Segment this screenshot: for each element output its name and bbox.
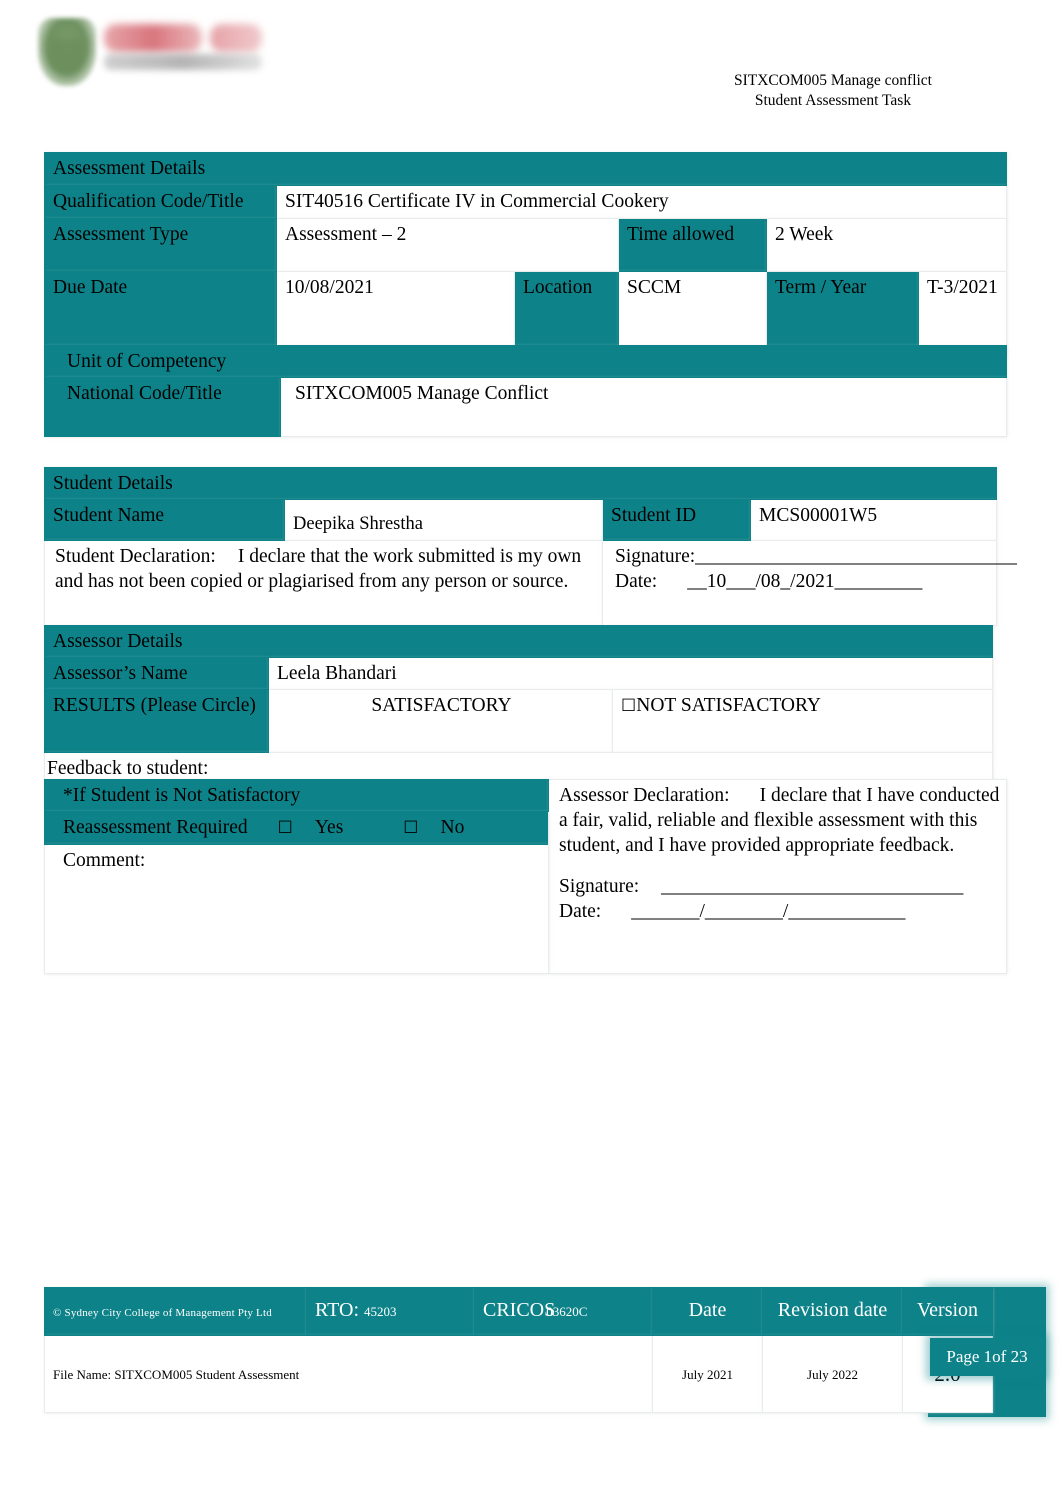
student-date-value[interactable]: __10___/08_/2021_________ [687, 571, 922, 592]
not-satisfactory-label: NOT SATISFACTORY [636, 695, 822, 716]
student-name-value[interactable]: Deepika Shrestha [284, 499, 603, 541]
file-name-cell: File Name: SITXCOM005 Student Assessment [44, 1335, 653, 1413]
footer-revision-header: Revision date [762, 1287, 903, 1336]
national-code-label: National Code/Title [44, 377, 281, 437]
student-declaration-label: Student Declaration: [55, 546, 216, 567]
qualification-value: SIT40516 Certificate IV in Commercial Co… [275, 185, 1008, 219]
footer-table: © Sydney City College of Management Pty … [44, 1287, 993, 1413]
table-row: RESULTS (Please Circle) SATISFACTORY ☐NO… [44, 689, 994, 753]
reassessment-table: *If Student is Not Satisfactory Assessor… [44, 779, 1007, 974]
assessor-declaration-cell: Assessor Declaration: I declare that I ha… [548, 779, 1007, 974]
declaration-gap [559, 858, 1000, 874]
rto-label: RTO: [315, 1299, 359, 1321]
footer-revision-value: July 2022 [807, 1367, 858, 1382]
results-label: RESULTS (Please Circle) [44, 689, 269, 753]
assessor-date-row: Date: _______/________/____________ [559, 899, 1000, 924]
table-row: File Name: SITXCOM005 Student Assessment… [44, 1335, 993, 1413]
reassessment-no-label[interactable]: No [441, 817, 465, 838]
page-number: Page 1of 23 [930, 1338, 1044, 1376]
footer-date-value-cell: July 2021 [652, 1335, 763, 1413]
copyright-cell: © Sydney City College of Management Pty … [44, 1287, 307, 1336]
student-id-value[interactable]: MCS00001W5 [749, 499, 998, 541]
table-row: Student Declaration: I declare that the w… [44, 540, 1017, 626]
time-allowed-value: 2 Week [765, 218, 1008, 272]
student-declaration-cell: Student Declaration: I declare that the w… [44, 540, 603, 626]
table-row: National Code/Title SITXCOM005 Manage Co… [44, 377, 1007, 437]
table-row: Student Name Deepika Shrestha Student ID… [44, 499, 998, 541]
reassessment-yes-label[interactable]: Yes [315, 817, 343, 838]
cricos-label: CRICOS [483, 1299, 556, 1321]
assessor-date-line[interactable]: _______/________/____________ [631, 901, 905, 922]
student-name-label: Student Name [44, 499, 285, 541]
assessor-details-heading: Assessor Details [43, 625, 994, 658]
logo-wordmark-secondary [210, 24, 262, 52]
assessment-details-heading: Assessment Details [43, 152, 1008, 186]
result-not-satisfactory-option[interactable]: ☐NOT SATISFACTORY [611, 689, 994, 753]
cricos-value: 03620C [546, 1304, 588, 1319]
table-row: Assessment Details [43, 152, 1008, 186]
logo-wordmark-primary [104, 24, 202, 52]
assessor-signature-label: Signature: [559, 876, 640, 897]
header-title-line2: Student Assessment Task [754, 92, 912, 109]
student-signature-label: Signature: [615, 546, 696, 567]
table-row: *If Student is Not Satisfactory Assessor… [44, 779, 1007, 974]
student-signature-line[interactable]: _________________________________ [695, 546, 1017, 567]
result-satisfactory-option[interactable]: SATISFACTORY [268, 689, 613, 753]
assessor-signature-row: Signature: ______________________________… [559, 874, 1000, 899]
time-allowed-label: Time allowed [618, 218, 767, 272]
footer-date-header: Date [652, 1287, 763, 1336]
reassessment-yes-checkbox-icon[interactable]: ☐ [278, 818, 293, 838]
student-details-heading: Student Details [43, 467, 998, 500]
table-row: Student Details [43, 467, 998, 500]
college-logo [38, 8, 268, 94]
table-row: © Sydney City College of Management Pty … [44, 1287, 993, 1336]
rto-cell: RTO: 45203 [306, 1287, 475, 1336]
page-header: SITXCOM005 Manage conflict Student Asses… [0, 0, 1062, 120]
copyright-text: © Sydney City College of Management Pty … [53, 1307, 272, 1319]
unit-of-competency-table: Unit of Competency National Code/Title S… [44, 345, 1007, 437]
national-code-value: SITXCOM005 Manage Conflict [280, 377, 1007, 437]
assessor-declaration-text-block: Assessor Declaration: I declare that I ha… [559, 783, 1000, 858]
reassessment-heading: *If Student is Not Satisfactory [44, 779, 549, 812]
table-row: Assessment Type Assessment – 2 Time allo… [44, 218, 1008, 272]
assessor-declaration-label: Assessor Declaration: [559, 785, 730, 806]
shield-icon [38, 18, 96, 86]
assessment-details-table: Assessment Details Qualification Code/Ti… [43, 152, 1008, 359]
file-name-text: File Name: SITXCOM005 Student Assessment [53, 1367, 300, 1382]
student-details-table: Student Details Student Name Deepika Shr… [43, 467, 1017, 626]
student-signature-cell: Signature:______________________________… [601, 540, 1017, 626]
table-row: Assessor’s Name Leela Bhandari [44, 657, 994, 690]
not-satisfactory-checkbox-icon[interactable]: ☐ [621, 696, 636, 716]
shield-inner-icon [48, 38, 84, 72]
rto-value: 45203 [364, 1304, 397, 1319]
header-title: SITXCOM005 Manage conflict Student Asses… [734, 71, 932, 111]
student-id-label: Student ID [602, 499, 751, 541]
assessment-type-label: Assessment Type [44, 218, 277, 272]
table-row: Unit of Competency [44, 345, 1007, 378]
footer-version-header: Version [902, 1287, 993, 1336]
assessor-date-label: Date: [559, 901, 602, 922]
logo-tagline [104, 54, 262, 70]
reassessment-required-cell: Reassessment Required ☐ Yes ☐ No [44, 811, 549, 845]
assessor-name-label: Assessor’s Name [44, 657, 269, 690]
assessor-name-value[interactable]: Leela Bhandari [267, 657, 994, 690]
student-date-row: Date: __10___/08_/2021_________ [615, 569, 990, 594]
feedback-label: Feedback to student: [47, 758, 209, 779]
reassessment-required-label: Reassessment Required [63, 817, 248, 838]
unit-heading: Unit of Competency [44, 345, 1007, 378]
qualification-label: Qualification Code/Title [44, 185, 277, 219]
student-date-label: Date: [615, 571, 658, 592]
footer-revision-value-cell: July 2022 [762, 1335, 903, 1413]
comment-label: Comment: [63, 850, 146, 871]
table-row: Assessor Details [43, 625, 994, 658]
header-title-line1: SITXCOM005 Manage conflict [733, 72, 932, 89]
assessment-type-value: Assessment – 2 [276, 218, 619, 272]
assessor-signature-line[interactable]: _______________________________ [661, 876, 963, 897]
footer-date-value: July 2021 [682, 1367, 733, 1382]
student-signature-row: Signature:______________________________… [615, 544, 1017, 569]
table-row: Qualification Code/Title SIT40516 Certif… [44, 185, 1008, 219]
comment-cell[interactable]: Comment: [44, 844, 549, 974]
cricos-cell: CRICOS03620C [474, 1287, 653, 1336]
reassessment-no-checkbox-icon[interactable]: ☐ [403, 818, 418, 838]
